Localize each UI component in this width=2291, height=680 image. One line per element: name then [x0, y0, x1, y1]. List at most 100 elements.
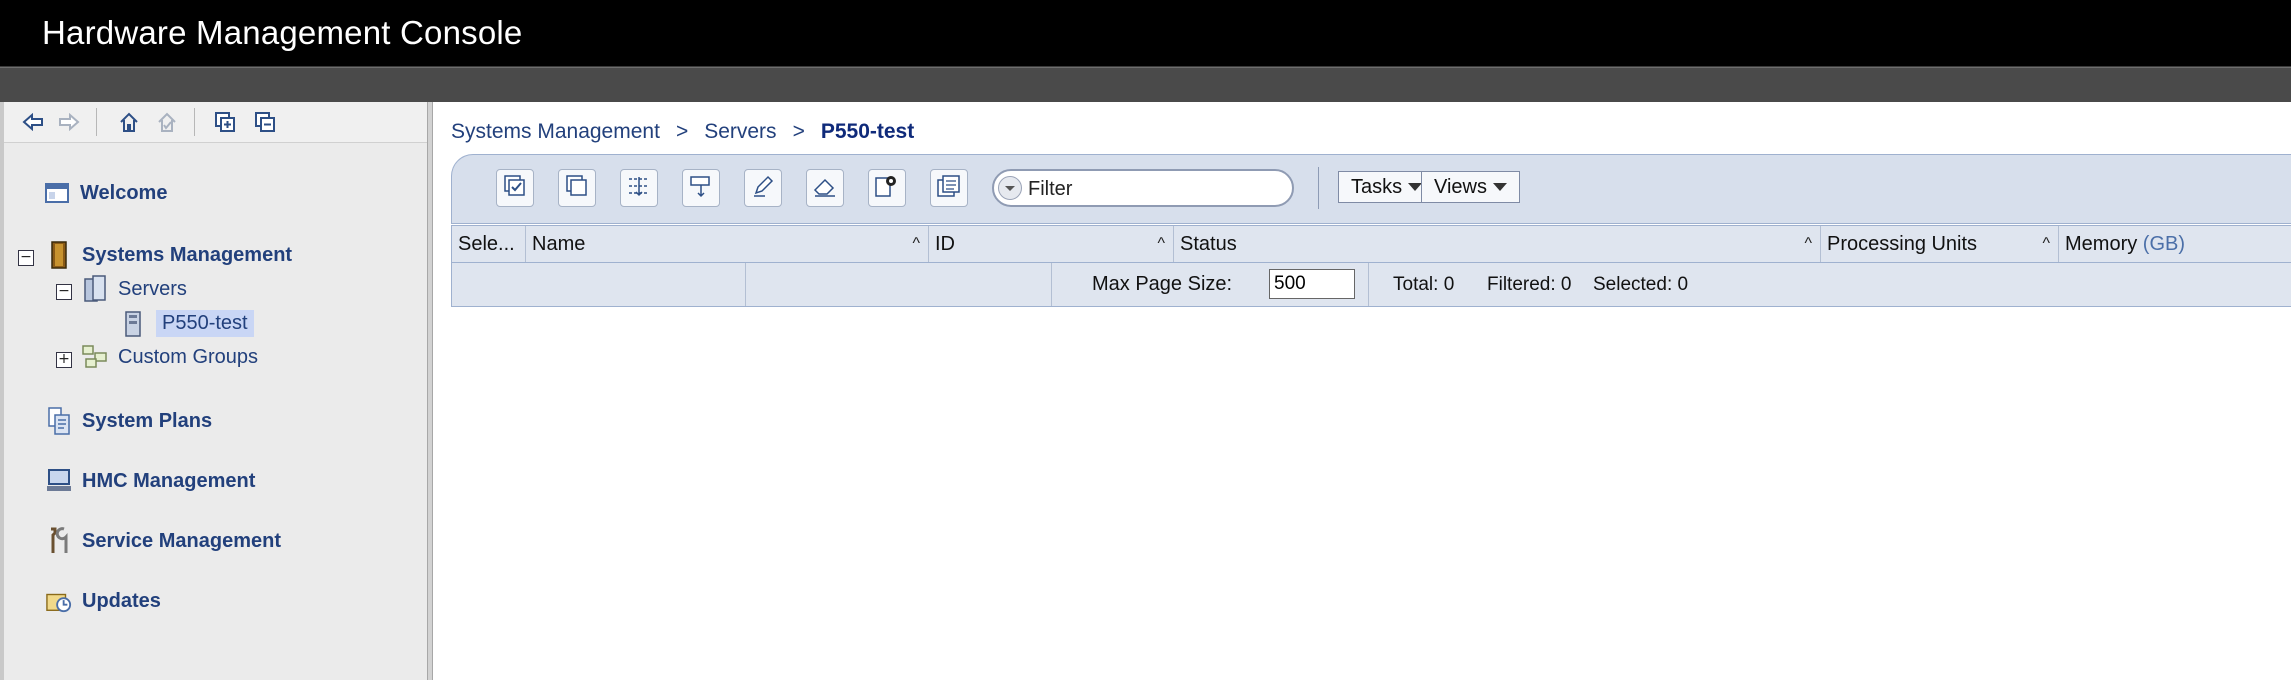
nav-item-custom-groups[interactable]: Custom Groups — [82, 344, 258, 370]
sort-ascending-icon[interactable]: ^ — [1157, 226, 1165, 262]
footer-cell — [746, 263, 1052, 306]
nav-item-label: Updates — [82, 589, 161, 612]
expand-all-icon[interactable] — [212, 110, 238, 134]
column-header-name[interactable]: Name ^ — [526, 226, 929, 262]
breadcrumb-current: P550-test — [820, 120, 915, 143]
home-icon[interactable] — [116, 110, 142, 134]
select-all-icon — [503, 174, 527, 203]
nav-item-label: Service Management — [82, 529, 281, 552]
column-label: Memory — [2065, 233, 2138, 255]
views-label: Views — [1434, 175, 1487, 198]
hmc-console-icon — [46, 468, 72, 494]
back-icon[interactable] — [20, 110, 46, 134]
sort-icon — [688, 174, 714, 203]
main-pane: Systems Management > Servers > P550-test — [433, 102, 2291, 680]
nav-item-label: HMC Management — [82, 469, 256, 492]
max-page-size-input[interactable] — [1269, 269, 1355, 299]
app-header: Hardware Management Console — [0, 0, 2291, 67]
gear-icon — [874, 174, 900, 203]
column-header-processing-units[interactable]: Processing Units ^ — [1821, 226, 2059, 262]
server-rack-icon — [46, 241, 72, 269]
pencil-icon — [751, 174, 775, 203]
system-plans-icon — [46, 407, 72, 435]
deselect-all-button[interactable] — [558, 169, 596, 207]
edit-sort-button[interactable] — [682, 169, 720, 207]
configure-columns-icon — [626, 174, 652, 203]
properties-icon — [936, 174, 962, 203]
properties-button[interactable] — [930, 169, 968, 207]
nav-item-system-plans[interactable]: System Plans — [46, 407, 213, 435]
nav-item-updates[interactable]: Updates — [46, 588, 161, 614]
app-title: Hardware Management Console — [42, 14, 523, 51]
clear-filter-button[interactable] — [806, 169, 844, 207]
collapse-toggle-systems-management[interactable]: − — [18, 250, 34, 266]
column-header-status[interactable]: Status ^ — [1174, 226, 1821, 262]
column-label: ID — [935, 233, 955, 255]
nav-item-label: System Plans — [82, 409, 213, 432]
favorite-icon[interactable] — [154, 110, 180, 134]
views-menu-button[interactable]: Views — [1421, 171, 1520, 203]
nav-item-label: Servers — [118, 277, 187, 300]
updates-icon — [46, 588, 72, 614]
selected-count: Selected: 0 — [1593, 274, 1689, 295]
footer-cell — [452, 263, 746, 306]
servers-icon — [82, 275, 108, 302]
filtered-count: Filtered: 0 — [1487, 274, 1572, 295]
table-footer: Max Page Size: Total: 0 Filtered: 0 Sele… — [451, 263, 2291, 307]
column-label: Name — [532, 233, 586, 255]
eraser-icon — [812, 174, 838, 203]
filter-box — [992, 169, 1294, 207]
nav-item-label: Welcome — [80, 181, 168, 204]
sort-ascending-icon[interactable]: ^ — [2042, 226, 2050, 262]
chevron-down-icon — [1493, 183, 1507, 191]
nav-item-hmc-management[interactable]: HMC Management — [46, 468, 255, 494]
filter-dropdown-button[interactable] — [998, 176, 1022, 200]
column-label: Sele... — [458, 233, 515, 255]
sort-ascending-icon[interactable]: ^ — [912, 226, 920, 262]
breadcrumb-link-systems-management[interactable]: Systems Management — [451, 120, 660, 144]
nav-item-p550-test[interactable]: P550-test — [120, 310, 254, 337]
collapse-toggle-servers[interactable]: − — [56, 284, 72, 300]
toolbar-separator — [1318, 167, 1319, 209]
sort-ascending-icon[interactable]: ^ — [1804, 226, 1812, 262]
sub-banner — [0, 67, 2291, 103]
welcome-icon — [44, 180, 70, 206]
table-header: Sele... Name ^ ID ^ Status ^ Processing … — [451, 225, 2291, 263]
max-page-size-label: Max Page Size: — [1092, 273, 1233, 295]
custom-groups-icon — [82, 344, 108, 370]
nav-item-systems-management[interactable]: Systems Management — [46, 241, 293, 269]
nav-item-label: Custom Groups — [118, 345, 259, 368]
breadcrumb: Systems Management > Servers > P550-test — [451, 120, 914, 144]
breadcrumb-separator: > — [675, 120, 689, 143]
nav-item-label: Systems Management — [82, 243, 293, 266]
column-header-memory[interactable]: Memory (GB) — [2059, 226, 2291, 262]
expand-toggle-custom-groups[interactable]: + — [56, 352, 72, 368]
nav-item-service-management[interactable]: Service Management — [46, 527, 281, 554]
column-label: Status — [1180, 233, 1237, 255]
nav-toolbar-separator — [96, 108, 97, 136]
breadcrumb-separator: > — [792, 120, 805, 143]
select-all-button[interactable] — [496, 169, 534, 207]
filter-input[interactable] — [1026, 174, 1290, 204]
table-toolbar: Tasks Views — [451, 154, 2291, 224]
forward-icon[interactable] — [56, 110, 82, 134]
total-count: Total: 0 — [1393, 274, 1455, 295]
collapse-all-icon[interactable] — [252, 110, 278, 134]
tasks-label: Tasks — [1351, 175, 1403, 198]
column-header-select[interactable]: Sele... — [452, 226, 526, 262]
nav-item-welcome[interactable]: Welcome — [44, 180, 167, 206]
breadcrumb-link-servers[interactable]: Servers — [704, 120, 776, 144]
memory-unit: (GB) — [2142, 233, 2186, 255]
deselect-all-icon — [565, 174, 589, 203]
configure-view-button[interactable] — [868, 169, 906, 207]
edit-filter-button[interactable] — [744, 169, 782, 207]
server-icon — [120, 310, 146, 337]
navigation-pane: Welcome − Systems Management − Servers P… — [0, 102, 427, 680]
column-label: Processing Units — [1827, 233, 1978, 255]
nav-toolbar-separator — [194, 108, 195, 136]
nav-toolbar — [4, 102, 427, 143]
nav-item-servers[interactable]: Servers — [82, 275, 187, 302]
column-header-id[interactable]: ID ^ — [929, 226, 1174, 262]
service-tools-icon — [46, 527, 72, 554]
configure-columns-button[interactable] — [620, 169, 658, 207]
